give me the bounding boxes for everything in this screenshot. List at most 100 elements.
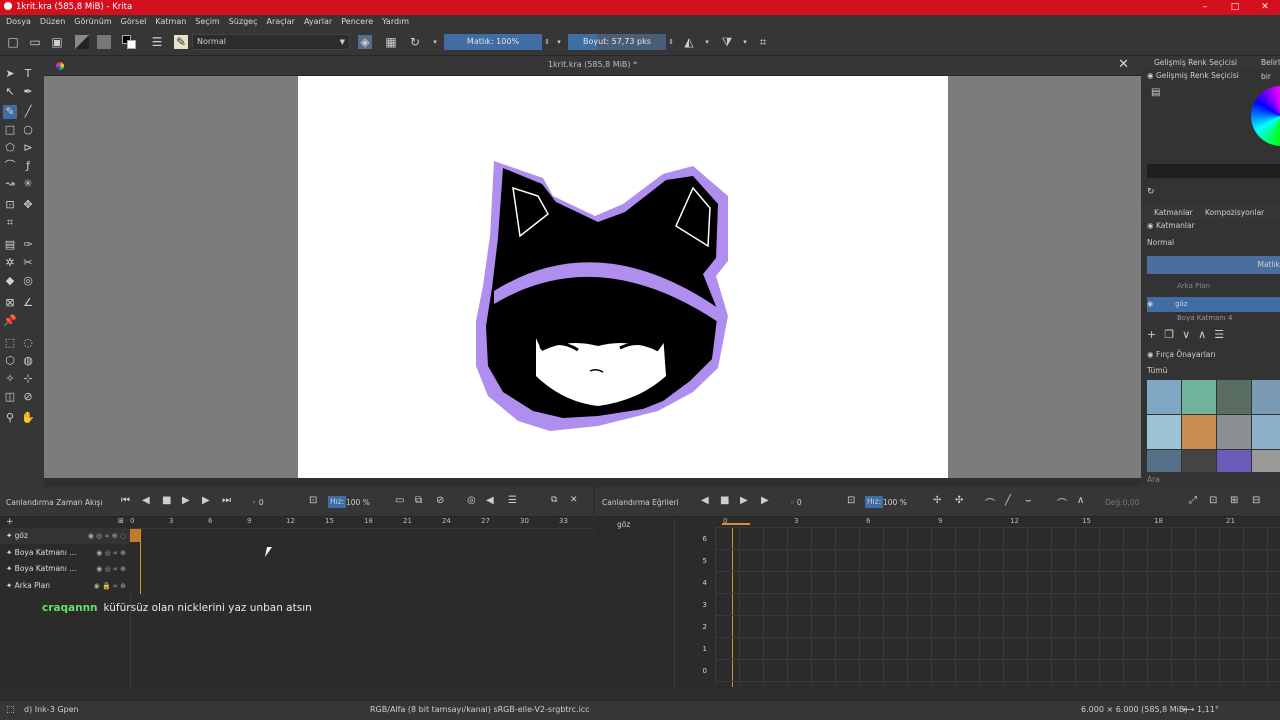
brush-preset-tile[interactable] [1147, 450, 1181, 472]
tab-compositions[interactable]: Kompozisyonlar [1205, 206, 1264, 220]
status-color-profile[interactable]: RGB/Alfa (8 bit tamsayı/kanal) sRGB-elle… [370, 701, 590, 719]
next-frame-icon[interactable]: ▶ [202, 495, 210, 506]
menu-view[interactable]: Görünüm [74, 15, 111, 29]
interp-sharp-icon[interactable]: ∧ [1077, 495, 1084, 506]
move-tool-icon[interactable]: ✥ [21, 198, 35, 212]
color-settings-icon[interactable]: ▤ [1151, 87, 1160, 98]
tab-advanced-color-selector[interactable]: Gelişmiş Renk Seçicisi [1154, 56, 1237, 70]
freehand-select-icon[interactable]: ◍ [21, 354, 35, 368]
eraser-mode-icon[interactable]: ◈ [358, 35, 372, 49]
document-tab[interactable]: 1krit.kra (585,8 MiB) * ✕ [44, 56, 1141, 76]
close-document-icon[interactable]: ✕ [1118, 56, 1129, 74]
frame-register-icon[interactable]: ⊡ [847, 495, 855, 506]
remove-keyframe-icon[interactable]: ⊘ [436, 495, 444, 506]
last-frame-icon[interactable]: ⏭ [222, 495, 231, 506]
float-panel-icon[interactable]: ⧉ [551, 495, 557, 505]
brush-preset-tile[interactable] [1217, 415, 1251, 449]
mirror-v-dropdown-icon[interactable]: ▾ [738, 35, 752, 49]
reload-preset-icon[interactable]: ↻ [408, 35, 422, 49]
gradient-tool-icon[interactable]: ▤ [3, 238, 17, 252]
mirror-h-dropdown-icon[interactable]: ▾ [700, 35, 714, 49]
ellipse-select-icon[interactable]: ◌ [21, 336, 35, 350]
brush-preset-tile[interactable] [1182, 450, 1216, 472]
brush-preset-tile[interactable] [1147, 380, 1181, 414]
menu-help[interactable]: Yardım [382, 15, 409, 29]
brush-preset-tile[interactable] [1252, 450, 1280, 472]
preserve-alpha-icon[interactable]: ▦ [384, 35, 398, 49]
menu-file[interactable]: Dosya [6, 15, 31, 29]
curves-grid[interactable] [715, 527, 1280, 687]
frame-register-icon[interactable]: ⊡ [309, 495, 317, 506]
rectangle-tool-icon[interactable]: □ [3, 123, 17, 137]
brush-preset-tile[interactable] [1182, 380, 1216, 414]
clone-tool-icon[interactable]: ✂ [21, 256, 35, 270]
opacity-dropdown-icon[interactable]: ▾ [552, 35, 566, 49]
freehand-path-icon[interactable]: ƒ [21, 159, 35, 173]
pattern-icon[interactable] [97, 35, 111, 49]
menu-image[interactable]: Görsel [121, 15, 147, 29]
eye-icon[interactable]: ◉ [1147, 300, 1153, 308]
mirror-horizontal-icon[interactable]: ◭ [682, 35, 696, 49]
value-field[interactable]: Değ:0,00 [1105, 498, 1139, 507]
new-document-icon[interactable]: □ [6, 35, 20, 49]
brush-search[interactable]: Ara [1147, 475, 1160, 484]
curves-channel-list[interactable] [595, 517, 675, 689]
audio-icon[interactable]: ◀ [486, 495, 494, 506]
fit-view-icon[interactable]: ⊡ [1209, 495, 1217, 506]
gradient-icon[interactable] [75, 35, 89, 49]
add-layer-icon[interactable]: + [6, 517, 14, 527]
move-down-icon[interactable]: ∨ [1182, 328, 1198, 341]
blend-mode-select[interactable]: Normal ▼ [192, 34, 350, 50]
timeline-menu-icon[interactable]: ☰ [508, 495, 517, 506]
stop-icon[interactable]: ■ [720, 495, 729, 506]
bezier-select-icon[interactable]: ◫ [3, 390, 17, 404]
play-icon[interactable]: ▶ [740, 495, 748, 506]
menu-select[interactable]: Seçim [195, 15, 219, 29]
color-picker-icon[interactable]: ✑ [21, 238, 35, 252]
tab-layers[interactable]: Katmanlar [1154, 206, 1193, 220]
open-folder-icon[interactable]: ▭ [28, 35, 42, 49]
frame-spinbox[interactable]: ◦ 0 [252, 498, 264, 507]
brush-preset-tile[interactable] [1217, 450, 1251, 472]
prev-frame-icon[interactable]: ◀ [142, 495, 150, 506]
timeline-layer-row[interactable]: ✦ Boya Katmanı ... ◉ ◎ ∝ ⊕ [0, 545, 130, 561]
canvas-horizontal-scrollbar[interactable] [44, 478, 1141, 487]
duplicate-keyframe-icon[interactable]: ⧉ [415, 495, 422, 506]
close-panel-icon[interactable]: ✕ [570, 495, 578, 505]
assistant-tool-icon[interactable]: ⊠ [3, 296, 17, 310]
mirror-vertical-icon[interactable]: ⧩ [720, 35, 734, 49]
first-frame-icon[interactable]: ⏮ [121, 495, 130, 506]
color-history-strip[interactable] [1147, 164, 1280, 178]
menu-edit[interactable]: Düzen [40, 15, 65, 29]
timeline-layer-row[interactable]: ✦ Arka Plan ◉ 🔒 ∝ ⊕ [0, 578, 130, 594]
onion-skin-icon[interactable]: ◎ [467, 495, 476, 506]
pan-tool-icon[interactable]: ✋ [21, 411, 35, 425]
fit-range-icon[interactable]: ⊞ [1230, 495, 1238, 506]
similar-select-icon[interactable]: ⊹ [21, 372, 35, 386]
bezier-tool-icon[interactable]: ⌒ [3, 159, 17, 173]
smooth-curve-icon[interactable]: ⌒ [985, 495, 995, 510]
measure-tool-icon[interactable]: ∠ [21, 296, 35, 310]
layer-blend-select[interactable]: Normal [1147, 238, 1174, 247]
layer-row-selected[interactable]: ◉ göz [1147, 297, 1280, 312]
brush-tag-select[interactable]: Tümü [1147, 366, 1167, 375]
color-wheel[interactable] [1251, 86, 1280, 146]
freehand-brush-icon[interactable]: ✎ [3, 105, 17, 119]
reload-dropdown-icon[interactable]: ▾ [428, 35, 442, 49]
stop-icon[interactable]: ■ [162, 495, 171, 506]
fit-vertical-icon[interactable]: ⊟ [1252, 495, 1260, 506]
opacity-slider[interactable]: Matlık: 100% [444, 34, 542, 50]
layer-row[interactable]: Boya Katmanı 4 [1147, 314, 1280, 322]
layer-visibility-icons[interactable]: ◉ 🔒 ∝ ⊕ [94, 578, 126, 594]
tab-specific-color[interactable]: Belirli bir [1261, 56, 1280, 84]
brush-preset-tile[interactable] [1252, 380, 1280, 414]
add-keyframe-icon[interactable]: ▭ [395, 495, 404, 506]
fg-bg-color-icon[interactable] [122, 35, 136, 49]
save-icon[interactable]: ▣ [50, 35, 64, 49]
timeline-layer-row[interactable]: ✦ Boya Katmanı ... ◉ ◎ ∝ ⊕ [0, 561, 130, 577]
rect-select-icon[interactable]: ⬚ [3, 336, 17, 350]
add-layer-icon[interactable]: + [1147, 328, 1164, 341]
curves-frame-spinbox[interactable]: ◦ 0 [790, 498, 802, 507]
brush-settings-icon[interactable]: ☰ [150, 35, 164, 49]
polyline-tool-icon[interactable]: ⊳ [21, 141, 35, 155]
